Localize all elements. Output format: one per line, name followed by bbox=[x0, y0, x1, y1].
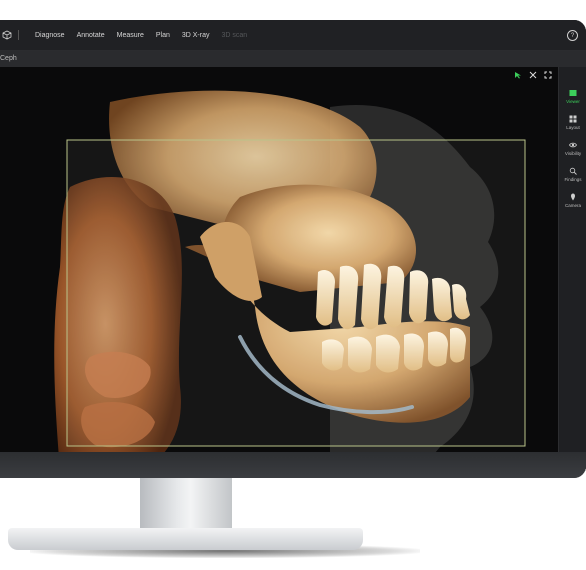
fullscreen-icon[interactable] bbox=[544, 71, 552, 79]
tab-bar: Ceph bbox=[0, 51, 586, 67]
sidebar-label-findings: Findings bbox=[564, 177, 582, 182]
cursor-icon[interactable] bbox=[514, 71, 522, 79]
menu-plan[interactable]: Plan bbox=[150, 32, 176, 39]
monitor: Diagnose Annotate Measure Plan 3D X-ray … bbox=[0, 20, 586, 478]
help-icon[interactable]: ? bbox=[567, 30, 578, 41]
tab-ceph[interactable]: Ceph bbox=[0, 55, 17, 62]
toolbar-divider bbox=[18, 30, 19, 40]
sidebar-item-visibility[interactable]: Visibility bbox=[559, 141, 586, 156]
sidebar-label-layout: Layout bbox=[566, 125, 580, 130]
cbct-skull-render bbox=[54, 90, 526, 471]
menu-annotate[interactable]: Annotate bbox=[71, 32, 111, 39]
eye-icon bbox=[569, 142, 577, 148]
sidebar-item-findings[interactable]: Findings bbox=[559, 167, 586, 182]
move-arrows-icon[interactable] bbox=[529, 71, 537, 79]
monitor-stand-base bbox=[8, 528, 363, 550]
viewer-canvas[interactable] bbox=[0, 67, 558, 471]
findings-icon bbox=[569, 167, 577, 175]
top-toolbar: Diagnose Annotate Measure Plan 3D X-ray … bbox=[0, 20, 586, 51]
app-cube-icon[interactable] bbox=[2, 30, 12, 40]
monitor-bezel bbox=[0, 452, 586, 478]
menu-diagnose[interactable]: Diagnose bbox=[29, 32, 71, 39]
menu-measure[interactable]: Measure bbox=[111, 32, 150, 39]
page: Diagnose Annotate Measure Plan 3D X-ray … bbox=[0, 0, 586, 570]
screen: Diagnose Annotate Measure Plan 3D X-ray … bbox=[0, 20, 586, 471]
main-menu: Diagnose Annotate Measure Plan 3D X-ray … bbox=[29, 32, 253, 39]
viewer-icon bbox=[569, 90, 577, 96]
camera-icon bbox=[571, 193, 575, 201]
crop-box[interactable] bbox=[66, 139, 526, 447]
monitor-stand-neck bbox=[140, 478, 232, 530]
sidebar-item-camera[interactable]: Camera bbox=[559, 193, 586, 208]
menu-3d-scan: 3D scan bbox=[221, 31, 248, 39]
menu-3d-xray[interactable]: 3D X-ray bbox=[176, 32, 216, 39]
sidebar-item-viewer[interactable]: Viewer bbox=[559, 89, 586, 104]
sidebar-label-camera: Camera bbox=[564, 203, 581, 208]
sidebar-label-viewer: Viewer bbox=[566, 99, 580, 104]
sidebar-label-visibility: Visibility bbox=[564, 151, 582, 156]
layout-icon bbox=[569, 115, 577, 123]
sidebar-item-layout[interactable]: Layout bbox=[559, 115, 586, 130]
viewer-tools bbox=[514, 71, 552, 79]
right-sidebar: Viewer Layout Visibility Findings Camera bbox=[558, 67, 586, 471]
